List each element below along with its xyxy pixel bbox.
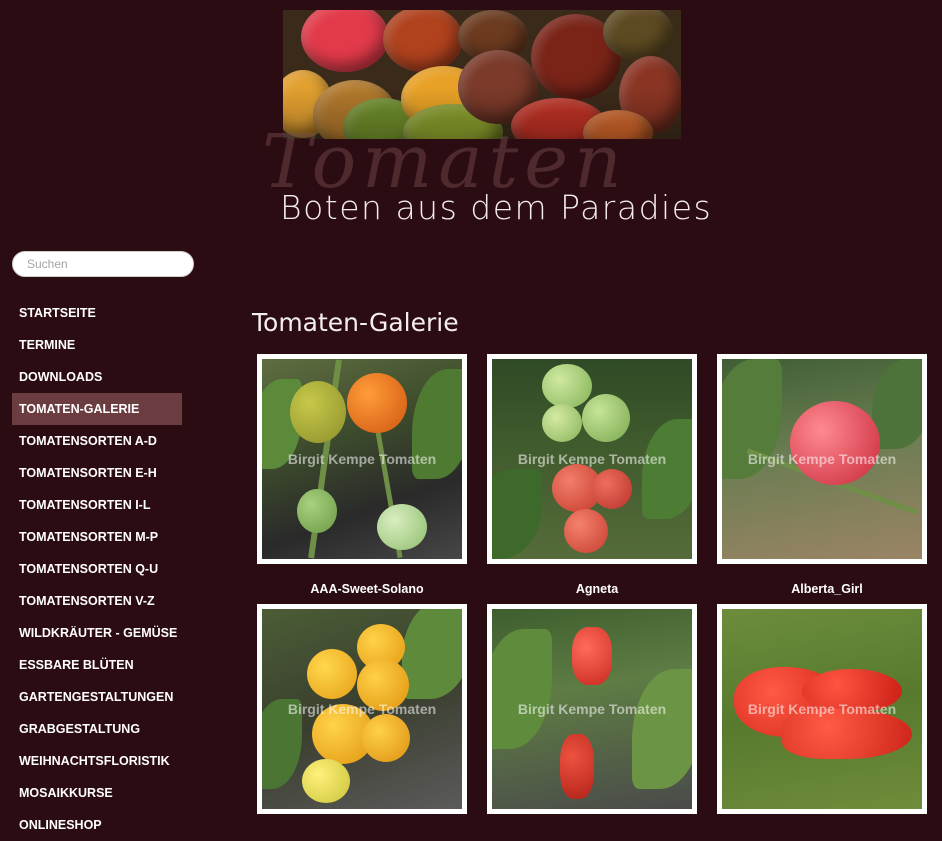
nav-item-termine[interactable]: TERMINE: [12, 329, 182, 361]
watermark-text: Birgit Kempe Tomaten: [517, 451, 667, 467]
sidebar-nav: STARTSEITE TERMINE DOWNLOADS TOMATEN-GAL…: [12, 297, 182, 841]
nav-item-downloads[interactable]: DOWNLOADS: [12, 361, 182, 393]
gallery-thumbnail[interactable]: Birgit Kempe Tomaten: [487, 354, 697, 564]
watermark-text: Birgit Kempe Tomaten: [287, 451, 437, 467]
nav-item-grabgestaltung[interactable]: GRABGESTALTUNG: [12, 713, 182, 745]
gallery-thumbnail[interactable]: Birgit Kempe Tomaten: [257, 604, 467, 814]
nav-item-tomatensorten-v-z[interactable]: TOMATENSORTEN V-Z: [12, 585, 182, 617]
nav-item-gartengestaltungen[interactable]: GARTENGESTALTUNGEN: [12, 681, 182, 713]
watermark-text: Birgit Kempe Tomaten: [517, 701, 667, 717]
gallery-caption[interactable]: Agneta: [492, 582, 702, 596]
nav-item-tomatensorten-q-u[interactable]: TOMATENSORTEN Q-U: [12, 553, 182, 585]
gallery-thumbnail[interactable]: Birgit Kempe Tomaten: [487, 604, 697, 814]
gallery-thumbnail[interactable]: Birgit Kempe Tomaten: [717, 354, 927, 564]
gallery-caption[interactable]: Alberta_Girl: [722, 582, 932, 596]
watermark-text: Birgit Kempe Tomaten: [747, 701, 897, 717]
nav-item-tomatensorten-i-l[interactable]: TOMATENSORTEN I-L: [12, 489, 182, 521]
tomato-photo: Birgit Kempe Tomaten: [262, 359, 462, 559]
nav-item-tomaten-galerie[interactable]: TOMATEN-GALERIE: [12, 393, 182, 425]
nav-item-tomatensorten-e-h[interactable]: TOMATENSORTEN E-H: [12, 457, 182, 489]
logo-subtitle: Boten aus dem Paradies: [280, 188, 713, 227]
tomato-photo: Birgit Kempe Tomaten: [262, 609, 462, 809]
gallery-caption[interactable]: AAA-Sweet-Solano: [262, 582, 472, 596]
tomato-photo: Birgit Kempe Tomaten: [722, 609, 922, 809]
search-input[interactable]: [12, 251, 194, 277]
watermark-text: Birgit Kempe Tomaten: [287, 701, 437, 717]
page-title: Tomaten-Galerie: [252, 308, 459, 337]
tomato-photo: Birgit Kempe Tomaten: [722, 359, 922, 559]
nav-item-tomatensorten-a-d[interactable]: TOMATENSORTEN A-D: [12, 425, 182, 457]
gallery-thumbnail[interactable]: Birgit Kempe Tomaten: [257, 354, 467, 564]
nav-item-essbare-blueten[interactable]: ESSBARE BLÜTEN: [12, 649, 182, 681]
gallery-thumbnail[interactable]: Birgit Kempe Tomaten: [717, 604, 927, 814]
watermark-text: Birgit Kempe Tomaten: [747, 451, 897, 467]
nav-item-mosaikkurse[interactable]: MOSAIKKURSE: [12, 777, 182, 809]
nav-item-weihnachtsfloristik[interactable]: WEIHNACHTSFLORISTIK: [12, 745, 182, 777]
nav-item-startseite[interactable]: STARTSEITE: [12, 297, 182, 329]
nav-item-tomatensorten-m-p[interactable]: TOMATENSORTEN M-P: [12, 521, 182, 553]
tomato-photo: Birgit Kempe Tomaten: [492, 359, 692, 559]
tomato-photo: Birgit Kempe Tomaten: [492, 609, 692, 809]
nav-item-onlineshop[interactable]: ONLINESHOP: [12, 809, 182, 841]
nav-item-wildkraeuter-gemuese[interactable]: WILDKRÄUTER - GEMÜSE: [12, 617, 182, 649]
